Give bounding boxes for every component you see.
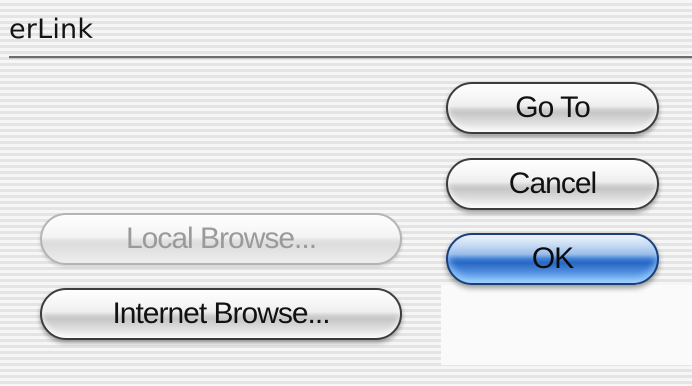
window-title: erLink (9, 14, 94, 45)
dialog-content: Go To Cancel OK Local Browse... Internet… (9, 60, 692, 386)
default-button-backing (441, 285, 692, 365)
cancel-button[interactable]: Cancel (446, 158, 659, 210)
ok-button[interactable]: OK (446, 233, 659, 285)
ok-button-label: OK (531, 242, 574, 275)
title-bar[interactable]: erLink (0, 0, 692, 59)
go-to-button-label: Go To (515, 91, 590, 124)
cancel-button-label: Cancel (508, 167, 597, 200)
local-browse-button: Local Browse... (40, 213, 402, 265)
title-divider (9, 56, 692, 59)
internet-browse-button[interactable]: Internet Browse... (40, 288, 402, 340)
internet-browse-button-label: Internet Browse... (112, 297, 330, 330)
go-to-button[interactable]: Go To (446, 82, 659, 134)
local-browse-button-label: Local Browse... (125, 222, 317, 255)
